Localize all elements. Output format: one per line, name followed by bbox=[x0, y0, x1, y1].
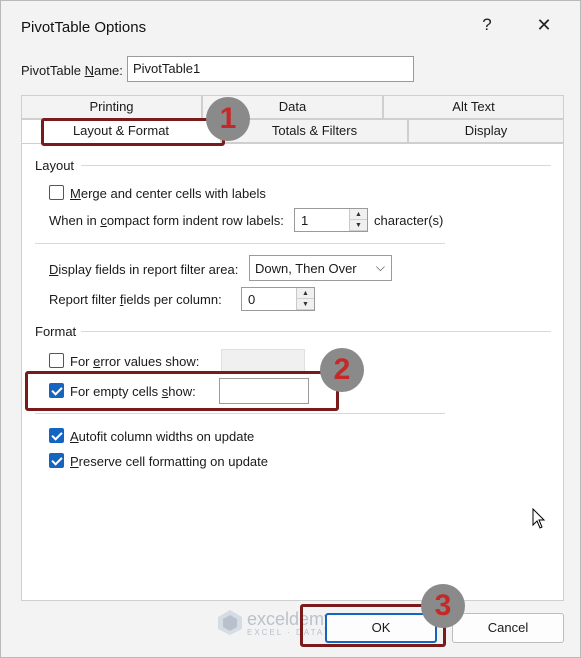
indent-value: 1 bbox=[301, 213, 309, 228]
error-values-checkbox[interactable] bbox=[49, 353, 64, 368]
cancel-button[interactable]: Cancel bbox=[452, 613, 564, 643]
spin-down-icon[interactable]: ▼ bbox=[350, 220, 367, 231]
filter-fields-value: 0 bbox=[248, 292, 256, 307]
pivottable-name-input[interactable]: PivotTable1 bbox=[127, 56, 414, 82]
tab-display[interactable]: Display bbox=[408, 119, 564, 143]
filter-fields-spinner[interactable]: 0 ▲ ▼ bbox=[241, 287, 315, 311]
highlight-layout-format-tab bbox=[41, 118, 225, 146]
autofit-label: Autofit column widths on update bbox=[70, 429, 255, 444]
layout-section-title: Layout bbox=[35, 158, 75, 173]
error-values-input[interactable] bbox=[221, 349, 305, 373]
display-fields-select[interactable]: Down, Then Over ⌵ bbox=[249, 255, 392, 281]
highlight-empty-cells bbox=[25, 371, 339, 411]
spin-up-icon[interactable]: ▲ bbox=[297, 288, 314, 299]
preserve-formatting-checkbox[interactable] bbox=[49, 453, 64, 468]
dialog-title: PivotTable Options bbox=[21, 19, 147, 36]
error-values-label: For error values show: bbox=[70, 354, 200, 369]
title-bar: PivotTable Options ? ✕ bbox=[1, 1, 580, 53]
close-icon[interactable]: ✕ bbox=[532, 15, 556, 36]
format-divider bbox=[81, 331, 551, 332]
filter-fields-label: Report filter fields per column: bbox=[49, 292, 222, 307]
tab-printing[interactable]: Printing bbox=[21, 95, 202, 119]
spin-up-icon[interactable]: ▲ bbox=[350, 209, 367, 220]
help-icon[interactable]: ? bbox=[475, 15, 499, 35]
chevron-down-icon: ⌵ bbox=[375, 260, 385, 274]
indent-label: When in compact form indent row labels: bbox=[49, 213, 284, 228]
step-badge-2: 2 bbox=[320, 348, 364, 392]
mouse-cursor-icon bbox=[532, 508, 546, 529]
autofit-checkbox[interactable] bbox=[49, 428, 64, 443]
format-divider-2 bbox=[35, 413, 445, 414]
spin-down-icon[interactable]: ▼ bbox=[297, 299, 314, 310]
indent-spinner[interactable]: 1 ▲ ▼ bbox=[294, 208, 368, 232]
indent-unit-label: character(s) bbox=[374, 213, 444, 228]
format-section-title: Format bbox=[35, 324, 77, 339]
pivottable-name-label: PivotTable Name: bbox=[21, 63, 123, 78]
layout-divider-2 bbox=[35, 243, 445, 244]
display-fields-label: Display fields in report filter area: bbox=[49, 262, 239, 277]
merge-cells-checkbox[interactable] bbox=[49, 185, 64, 200]
step-badge-1: 1 bbox=[206, 97, 250, 141]
preserve-formatting-label: Preserve cell formatting on update bbox=[70, 454, 268, 469]
layout-divider bbox=[81, 165, 551, 166]
pivottable-options-dialog: PivotTable Options ? ✕ PivotTable Name: … bbox=[0, 0, 581, 658]
tab-alt-text[interactable]: Alt Text bbox=[383, 95, 564, 119]
step-badge-3: 3 bbox=[421, 584, 465, 628]
display-fields-value: Down, Then Over bbox=[255, 261, 357, 276]
merge-cells-label: Merge and center cells with labels bbox=[70, 186, 266, 201]
exceldemy-logo-icon bbox=[218, 610, 242, 635]
